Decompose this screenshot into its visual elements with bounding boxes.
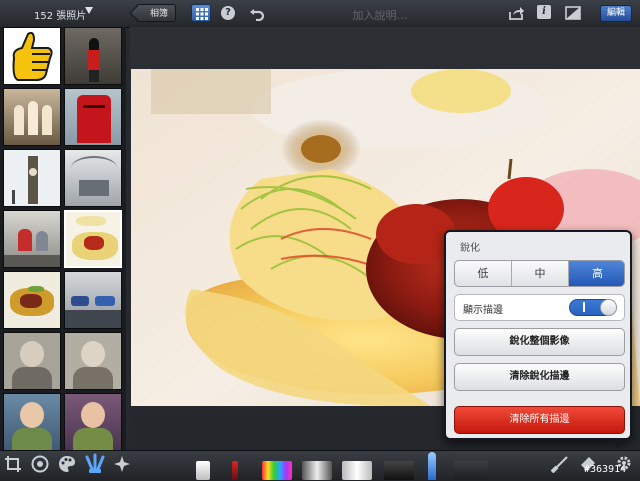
popover-title: 銳化 (460, 243, 480, 254)
segment-medium[interactable]: 中 (512, 261, 569, 286)
toggle-knob (600, 299, 617, 316)
color-wheel-icon[interactable] (31, 455, 49, 473)
grid-icon (196, 8, 208, 20)
brush-lighten[interactable] (196, 461, 210, 480)
brush-desaturate[interactable] (302, 461, 332, 480)
brush-soften[interactable] (454, 461, 488, 480)
thumb-thumbs-up[interactable] (3, 27, 61, 85)
brush-brighten[interactable] (342, 461, 372, 480)
toggle-on-mark (583, 302, 585, 312)
brush-color[interactable] (262, 461, 292, 480)
edit-button[interactable]: 編輯 (600, 5, 632, 22)
grid-view-button[interactable] (191, 4, 211, 22)
show-strokes-row: 顯示描邊 (454, 294, 625, 321)
sharpen-whole-image-button[interactable]: 銳化整個影像 (454, 328, 625, 356)
top-bar: 152 張照片 相簿 ? 加入說明… i 編輯 (0, 0, 640, 28)
show-strokes-toggle[interactable] (569, 299, 617, 316)
thumb-church[interactable] (3, 88, 61, 146)
brush-red[interactable] (232, 461, 238, 480)
thumb-postbox[interactable] (64, 88, 122, 146)
thumb-street[interactable] (64, 271, 122, 329)
undo-icon[interactable] (249, 5, 265, 21)
brush-edit-icon[interactable] (551, 455, 571, 473)
clear-all-strokes-button[interactable]: 清除所有描邊 (454, 406, 625, 434)
thumb-child-2[interactable] (64, 332, 122, 390)
brush-darken[interactable] (384, 461, 414, 480)
sharpen-strength-control: 低 中 高 (454, 260, 625, 287)
thumb-station[interactable] (64, 149, 122, 207)
help-icon[interactable]: ? (221, 6, 235, 20)
palette-icon[interactable] (58, 455, 76, 473)
thumbs-up-icon (4, 28, 60, 84)
chevron-down-icon[interactable] (85, 7, 93, 14)
back-to-albums-button[interactable]: 相簿 (136, 4, 176, 22)
thumb-kids[interactable] (3, 210, 61, 268)
share-icon[interactable] (508, 6, 524, 20)
thumb-guard[interactable] (64, 27, 122, 85)
thumb-child-3[interactable] (3, 393, 61, 451)
clear-sharpen-strokes-button[interactable]: 清除銳化描邊 (454, 363, 625, 391)
caption-field[interactable]: 加入說明… (330, 7, 430, 23)
thumb-big-ben[interactable] (3, 149, 61, 207)
segment-high[interactable]: 高 (569, 261, 624, 286)
segment-low[interactable]: 低 (455, 261, 512, 286)
thumbnail-strip[interactable] (0, 27, 126, 451)
watermark: #363914 (584, 464, 627, 475)
sparkle-icon[interactable] (114, 455, 132, 473)
thumb-child-4[interactable] (64, 393, 122, 451)
thumb-dessert[interactable] (64, 210, 122, 268)
show-strokes-label: 顯示描邊 (463, 305, 503, 316)
album-count[interactable]: 152 張照片 (34, 7, 86, 22)
thumb-child-1[interactable] (3, 332, 61, 390)
sharpen-popover: 銳化 低 中 高 顯示描邊 銳化整個影像 清除銳化描邊 清除所有描邊 (444, 230, 632, 440)
popover-arrow (609, 438, 627, 448)
thumb-food[interactable] (3, 271, 61, 329)
compare-icon[interactable] (565, 5, 581, 21)
info-icon[interactable]: i (537, 5, 551, 19)
brushes-icon[interactable] (84, 453, 106, 475)
crop-icon[interactable] (4, 455, 22, 473)
brush-sharpen[interactable] (428, 452, 436, 480)
